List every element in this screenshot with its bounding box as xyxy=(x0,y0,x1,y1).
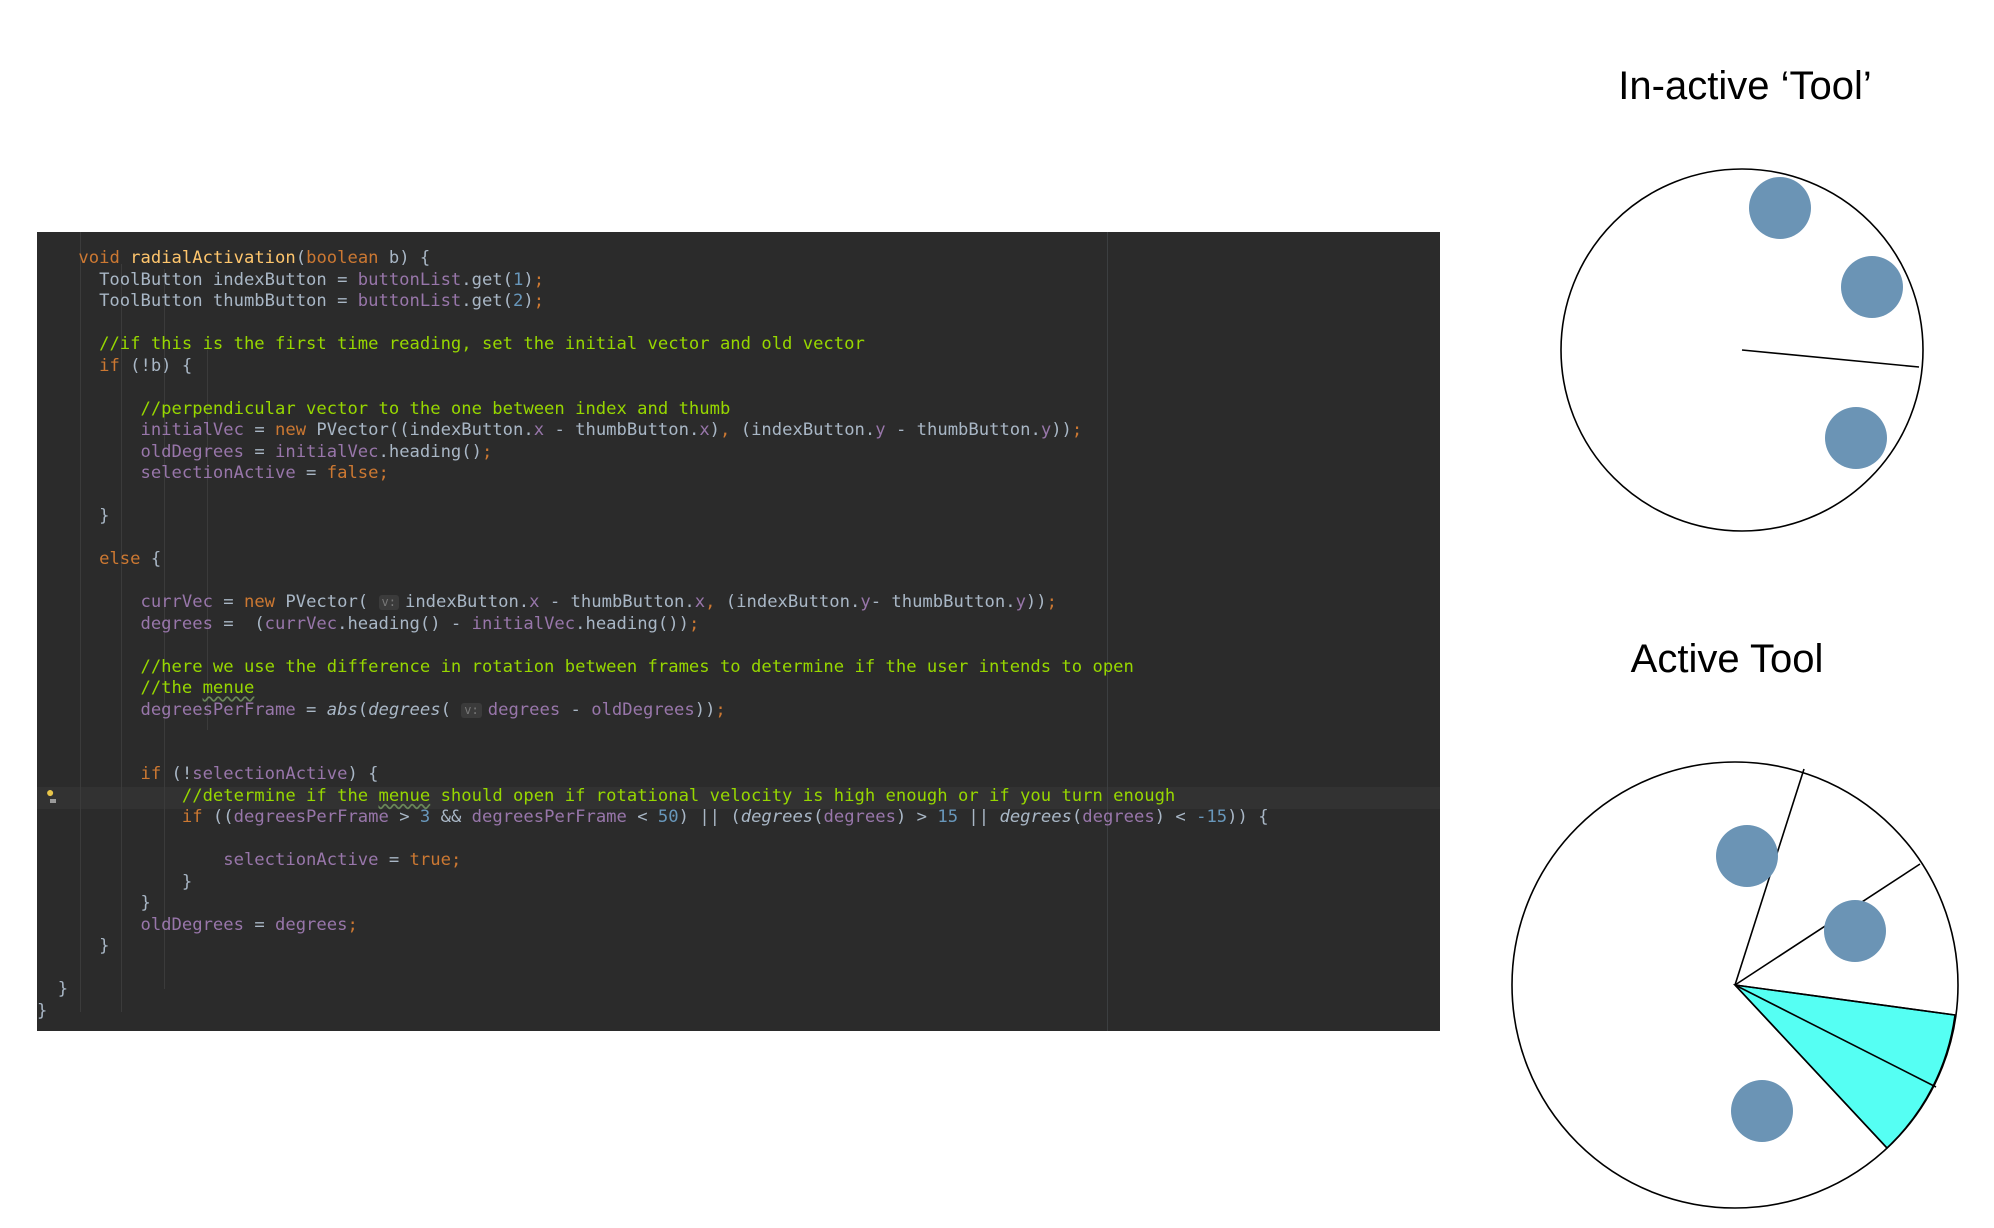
active-button-circle xyxy=(1716,825,1778,887)
inactive-button-circle xyxy=(1841,256,1903,318)
inactive-tool-diagram xyxy=(1560,168,1924,532)
inactive-button-circle xyxy=(1749,177,1811,239)
active-tool-diagram xyxy=(1511,761,1959,1209)
inactive-button-circle xyxy=(1825,407,1887,469)
active-button-circle xyxy=(1824,900,1886,962)
active-button-circle xyxy=(1731,1080,1793,1142)
radial-menu-diagrams xyxy=(1511,168,1959,1209)
